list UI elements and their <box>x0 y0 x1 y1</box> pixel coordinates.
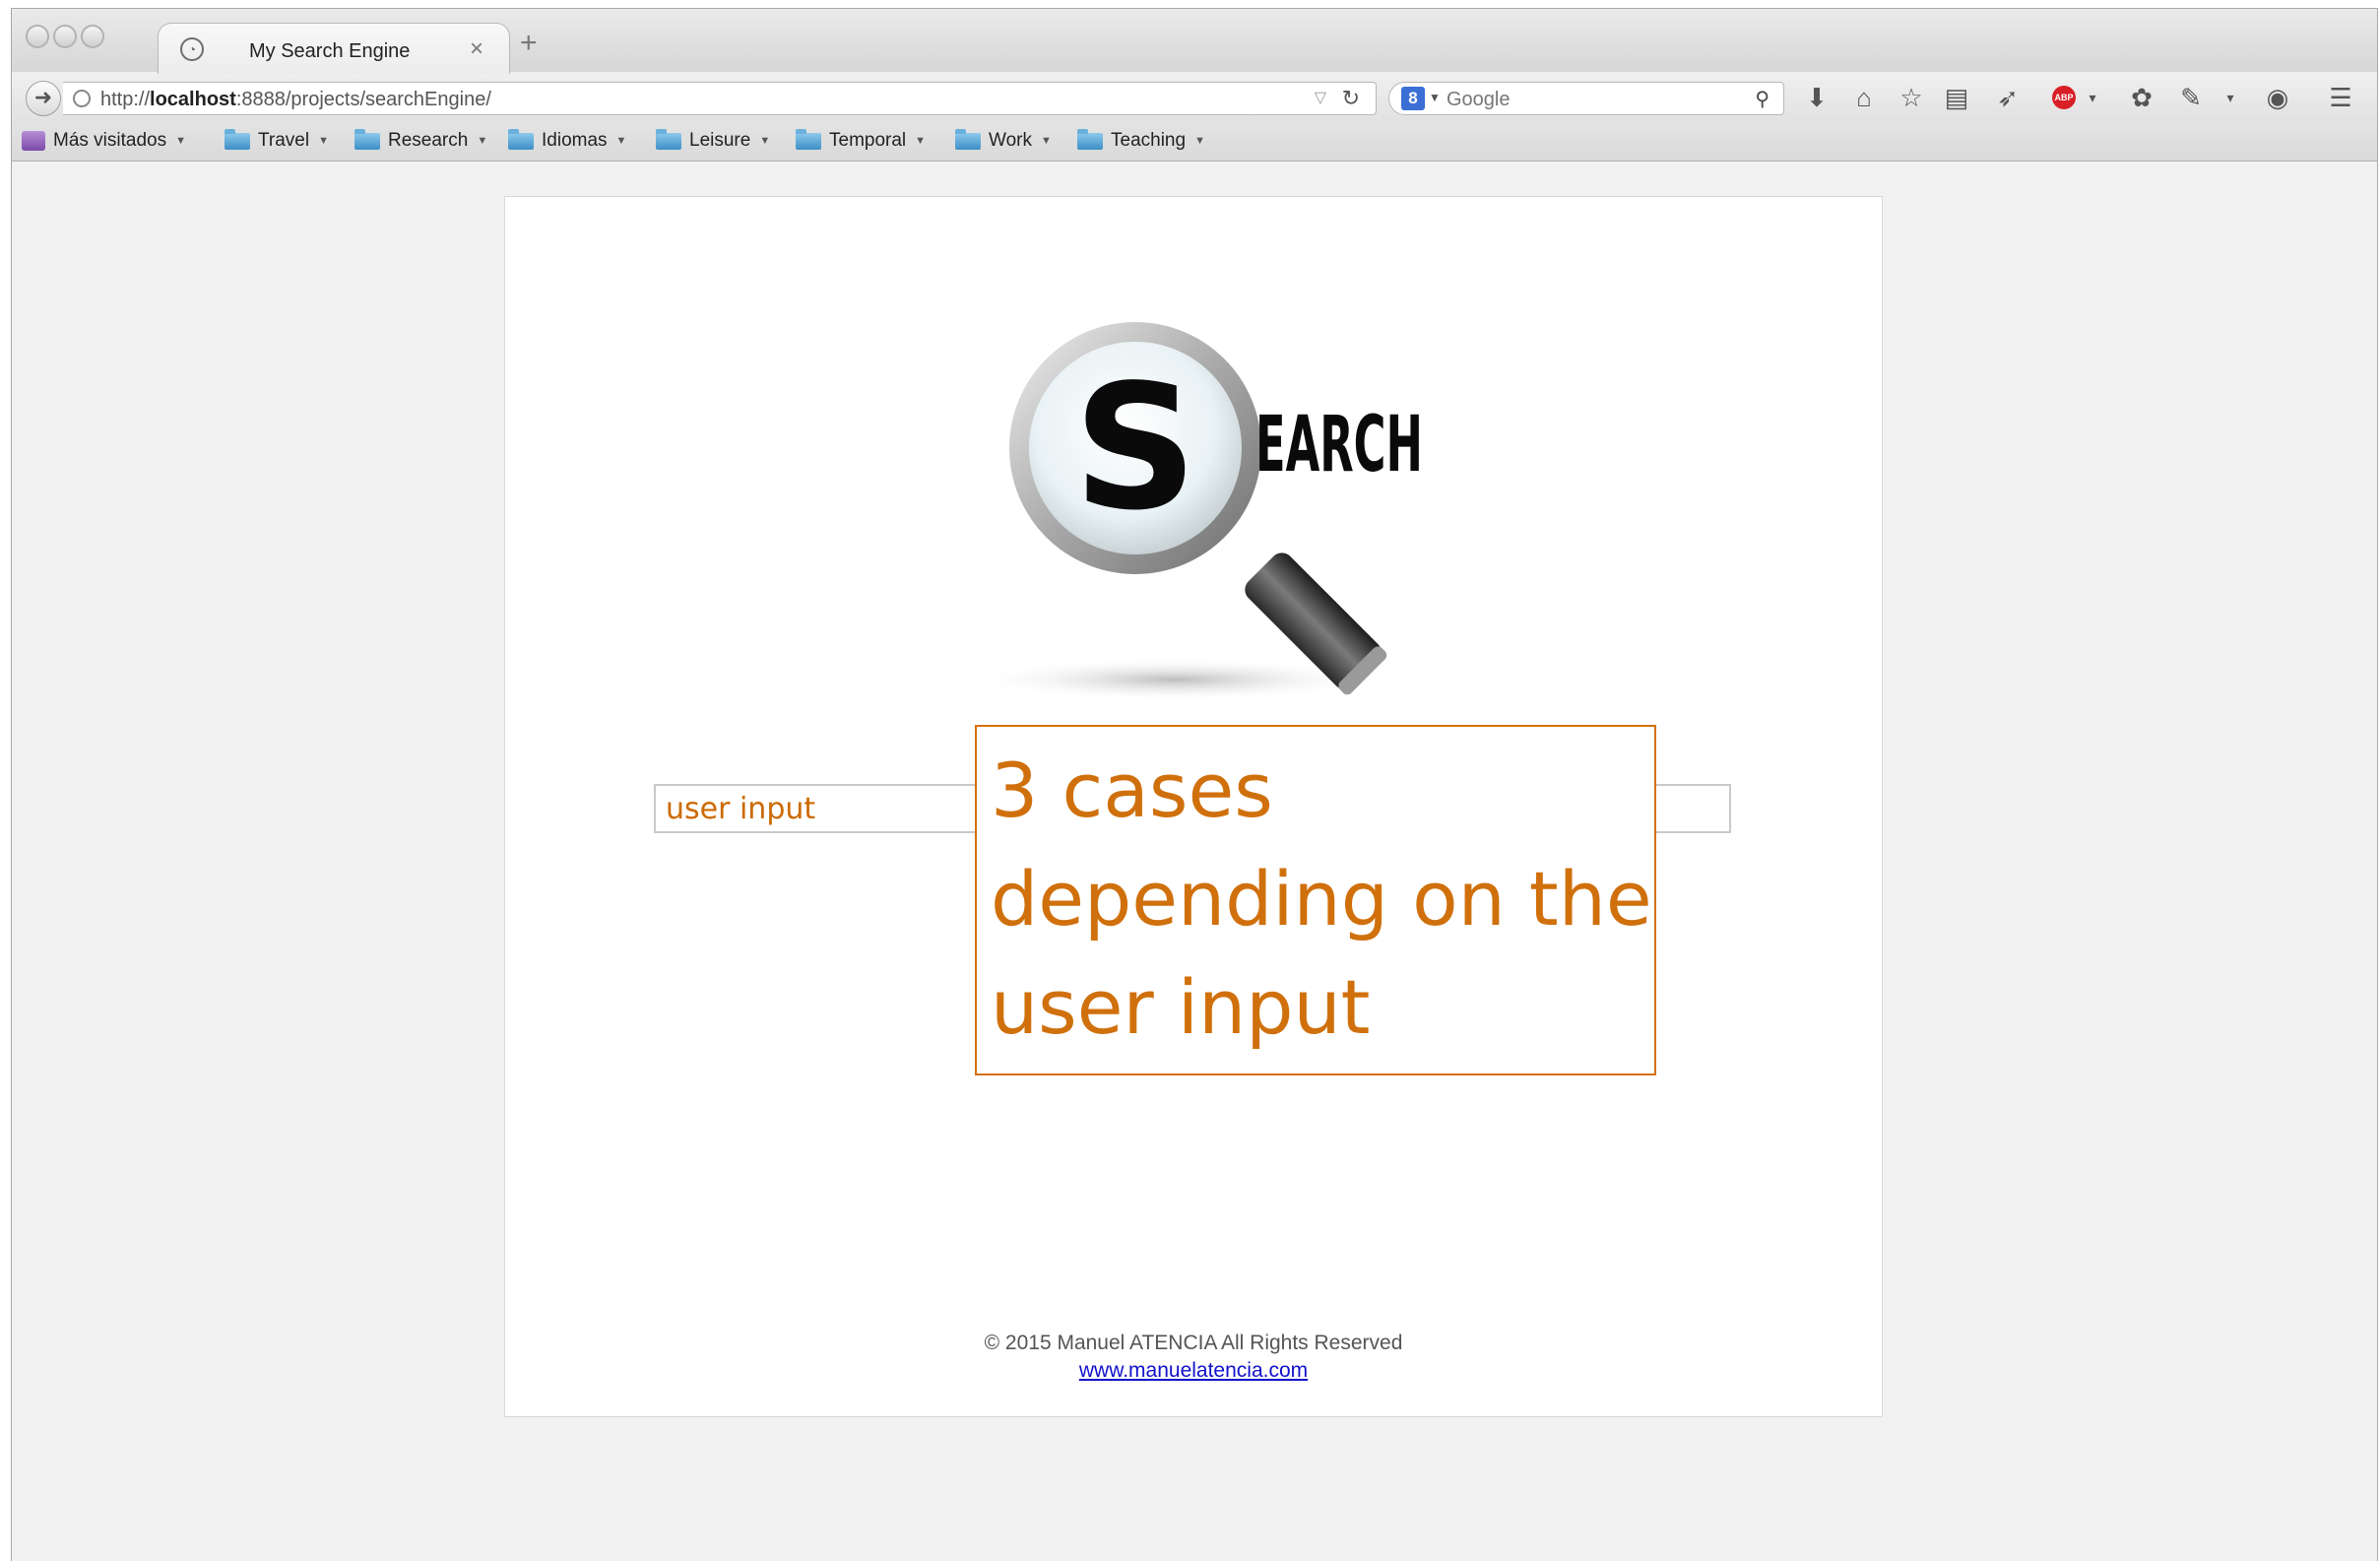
bookmark-label: Temporal <box>829 130 907 151</box>
send-icon[interactable]: ➶ <box>1993 84 2023 111</box>
folder-icon <box>955 128 981 150</box>
page-viewport: S EARCH 3 cases depending on the user in… <box>12 162 2377 1561</box>
bookmark-label: Teaching <box>1111 130 1187 151</box>
eyedropper-dropdown-icon[interactable]: ▾ <box>2216 84 2245 111</box>
bookmark-label: Work <box>989 130 1032 151</box>
logo-text: EARCH <box>1255 401 1423 489</box>
download-icon[interactable]: ⬇ <box>1802 84 1832 111</box>
chevron-down-icon: ▼ <box>915 135 927 147</box>
bookmark-mas-visitados[interactable]: Más visitados ▼ <box>22 127 186 155</box>
eyedropper-icon[interactable]: ✎ <box>2176 84 2206 111</box>
globe-icon: ◔ <box>180 37 204 61</box>
url-path: :8888/projects/searchEngine/ <box>235 89 491 110</box>
new-tab-button[interactable]: + <box>520 29 538 58</box>
folder-icon <box>354 128 380 150</box>
folder-icon <box>508 128 534 150</box>
chevron-down-icon: ▼ <box>759 135 771 147</box>
site-info-icon[interactable] <box>73 90 91 107</box>
folder-icon <box>796 128 821 150</box>
bookmark-idiomas[interactable]: Idiomas ▼ <box>508 127 626 155</box>
home-icon[interactable]: ⌂ <box>1849 84 1879 111</box>
zoom-window-button[interactable] <box>81 25 104 48</box>
folder-icon <box>1077 128 1103 150</box>
chevron-down-icon: ▼ <box>175 135 186 147</box>
url-dropdown-icon[interactable]: ▽ <box>1315 88 1326 107</box>
chevron-down-icon: ▼ <box>477 135 488 147</box>
title-bar: ◔ My Search Engine × + <box>12 9 2377 75</box>
reading-list-icon[interactable]: ▤ <box>1942 84 1971 111</box>
bookmark-research[interactable]: Research ▼ <box>354 127 487 155</box>
minimize-window-button[interactable] <box>53 25 77 48</box>
bookmark-label: Leisure <box>689 130 751 151</box>
reload-icon[interactable]: ↻ <box>1342 86 1360 111</box>
navigation-bar: ➜ http://localhost:8888/projects/searchE… <box>12 74 2377 121</box>
close-window-button[interactable] <box>26 25 49 48</box>
search-page: S EARCH 3 cases depending on the user in… <box>504 196 1883 1417</box>
chevron-down-icon: ▼ <box>318 135 329 147</box>
menu-icon[interactable]: ☰ <box>2326 84 2355 111</box>
author-website-link[interactable]: www.manuelatencia.com <box>1079 1359 1308 1382</box>
tab-title: My Search Engine <box>249 40 411 62</box>
adblock-dropdown-icon[interactable]: ▾ <box>2078 84 2107 111</box>
most-visited-icon <box>22 131 45 151</box>
logo-letter: S <box>1073 349 1197 549</box>
folder-icon <box>225 128 250 150</box>
url-protocol: http:// <box>100 89 151 110</box>
bookmark-label: Idiomas <box>542 130 608 151</box>
bookmark-travel[interactable]: Travel ▼ <box>225 127 329 155</box>
bookmark-label: Travel <box>258 130 310 151</box>
address-bar[interactable]: http://localhost:8888/projects/searchEng… <box>63 82 1377 115</box>
bookmark-star-icon[interactable]: ☆ <box>1897 84 1926 111</box>
browser-window: ◔ My Search Engine × + ➜ http://localhos… <box>11 8 2378 1561</box>
bookmark-label: Más visitados <box>53 130 167 151</box>
footer-copyright: © 2015 Manuel ATENCIA All Rights Reserve… <box>984 1332 1403 1354</box>
bookmarks-toolbar: Más visitados ▼ Travel ▼ Research ▼ Idio… <box>12 121 2377 162</box>
folder-icon <box>656 128 681 150</box>
bookmark-leisure[interactable]: Leisure ▼ <box>656 127 770 155</box>
annotation-callout: 3 cases depending on the user input <box>975 725 1656 1075</box>
chevron-down-icon: ▼ <box>1194 135 1205 147</box>
bookmark-teaching[interactable]: Teaching ▼ <box>1077 127 1205 155</box>
url-host: localhost <box>150 89 236 110</box>
chat-icon[interactable]: ◉ <box>2263 84 2292 111</box>
search-magnifier-icon[interactable]: ⚲ <box>1755 87 1769 111</box>
footer-link-wrapper: www.manuelatencia.com <box>505 1359 1882 1383</box>
url-text[interactable]: http://localhost:8888/projects/searchEng… <box>100 89 491 111</box>
back-button[interactable]: ➜ <box>26 81 61 116</box>
close-tab-icon[interactable]: × <box>470 35 483 63</box>
back-arrow-icon: ➜ <box>33 85 53 109</box>
web-search-bar[interactable]: 8 ▼ Google ⚲ <box>1388 82 1784 115</box>
chevron-down-icon: ▼ <box>615 135 627 147</box>
extension-icon[interactable]: ✿ <box>2127 84 2156 111</box>
search-placeholder: Google <box>1447 89 1511 110</box>
tab-my-search-engine[interactable]: ◔ My Search Engine × <box>158 23 510 75</box>
search-engine-dropdown-icon[interactable]: ▼ <box>1429 91 1441 104</box>
chevron-down-icon: ▼ <box>1040 135 1052 147</box>
search-logo: S EARCH <box>978 322 1423 701</box>
bookmark-label: Research <box>388 130 469 151</box>
adblock-icon[interactable]: ABP <box>2052 86 2076 109</box>
bookmark-work[interactable]: Work ▼ <box>955 127 1052 155</box>
bookmark-temporal[interactable]: Temporal ▼ <box>796 127 926 155</box>
google-icon[interactable]: 8 <box>1401 87 1425 110</box>
